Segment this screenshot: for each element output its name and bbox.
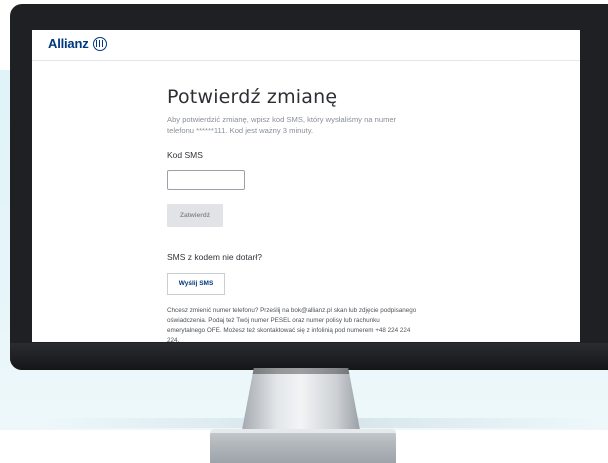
brand-logo[interactable]: Allianz bbox=[48, 36, 107, 51]
allianz-eagle-logo-icon bbox=[92, 36, 107, 51]
page-title: Potwierdź zmianę bbox=[167, 86, 338, 108]
change-phone-help-text: Chcesz zmienić numer telefonu? Prześlij … bbox=[167, 307, 417, 342]
monitor-base bbox=[210, 429, 396, 463]
confirm-button[interactable]: Zatwierdź bbox=[167, 204, 223, 227]
sms-code-input[interactable] bbox=[167, 170, 245, 190]
resend-sms-button[interactable]: Wyślij SMS bbox=[167, 273, 225, 295]
monitor-stand bbox=[242, 368, 360, 430]
confirm-change-form: Potwierdź zmianę Aby potwierdzić zmianę,… bbox=[167, 86, 467, 342]
monitor-screen: Allianz Potwierdź zmianę Aby potwierdzić… bbox=[32, 30, 580, 342]
brand-name: Allianz bbox=[48, 36, 89, 51]
monitor-base-highlight bbox=[210, 429, 396, 433]
instructions-text: Aby potwierdzić zmianę, wpisz kod SMS, k… bbox=[167, 115, 397, 135]
monitor-bezel-bottom bbox=[10, 343, 608, 370]
screen-glare bbox=[389, 30, 580, 342]
top-bar: Allianz bbox=[32, 30, 580, 61]
monitor-stand-shadow bbox=[252, 368, 350, 374]
resend-question: SMS z kodem nie dotarł? bbox=[167, 252, 262, 262]
sms-code-label: Kod SMS bbox=[167, 150, 203, 160]
